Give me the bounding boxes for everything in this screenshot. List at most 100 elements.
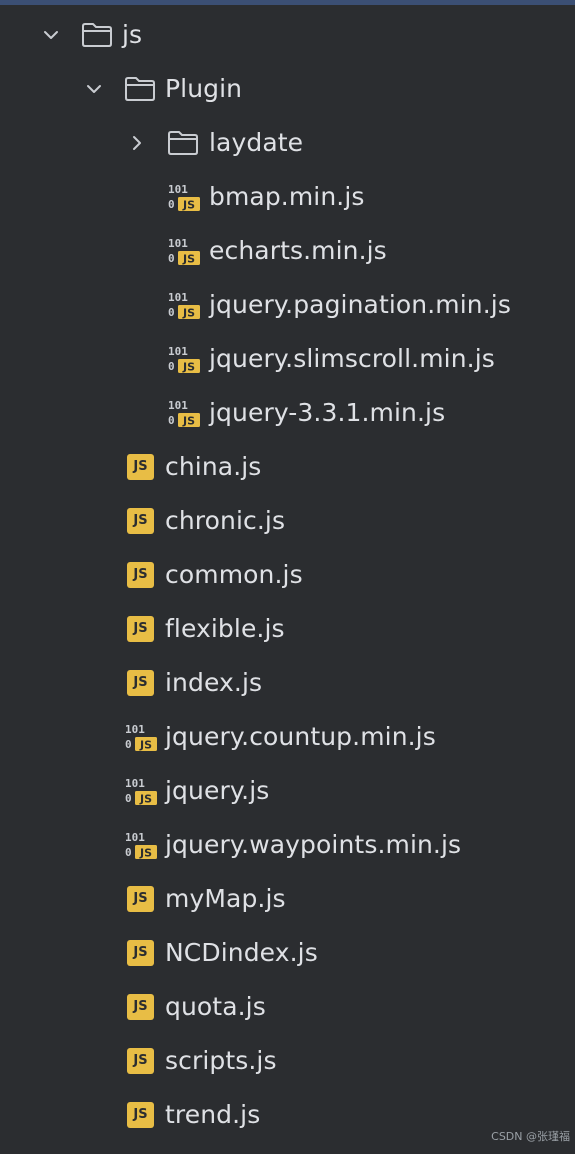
minified-js-icon: 101 0 JS bbox=[168, 291, 200, 320]
file-label: index.js bbox=[165, 668, 263, 697]
min-zero-text: 0 bbox=[125, 846, 132, 859]
file-label: jquery.countup.min.js bbox=[165, 722, 436, 751]
folder-icon bbox=[125, 77, 155, 101]
min-badge-text: JS bbox=[182, 361, 195, 374]
file-label: echarts.min.js bbox=[209, 236, 387, 265]
js-file-icon: JS bbox=[127, 670, 154, 696]
minified-js-icon: 101 0 JS bbox=[168, 399, 200, 428]
js-file-icon: JS bbox=[127, 562, 154, 588]
tree-node-file[interactable]: 101 0 JS echarts.min.js bbox=[0, 224, 575, 278]
folder-icon bbox=[168, 131, 198, 155]
min-digits-text: 101 bbox=[168, 237, 188, 250]
folder-icon bbox=[82, 23, 112, 47]
min-badge-text: JS bbox=[182, 253, 195, 266]
min-zero-text: 0 bbox=[168, 306, 175, 319]
tree-node-file[interactable]: JS trend.js bbox=[0, 1088, 575, 1142]
file-icon-wrapper: 101 0 JS bbox=[167, 290, 201, 324]
file-icon-wrapper: JS bbox=[127, 994, 154, 1020]
folder-label: js bbox=[122, 20, 143, 49]
tree-node-file[interactable]: 101 0 JS jquery.waypoints.min.js bbox=[0, 818, 575, 872]
min-badge-text: JS bbox=[182, 307, 195, 320]
js-file-icon: JS bbox=[127, 508, 154, 534]
tree-node-file[interactable]: JS index.js bbox=[0, 656, 575, 710]
tree-node-file[interactable]: JS china.js bbox=[0, 440, 575, 494]
chevron-down-icon[interactable] bbox=[41, 25, 61, 45]
file-label: bmap.min.js bbox=[209, 182, 365, 211]
js-file-icon: JS bbox=[127, 1102, 154, 1128]
file-icon-wrapper: 101 0 JS bbox=[167, 398, 201, 432]
js-file-icon: JS bbox=[127, 886, 154, 912]
min-digits-text: 101 bbox=[125, 777, 145, 790]
tree-node-file[interactable]: 101 0 JS jquery.pagination.min.js bbox=[0, 278, 575, 332]
file-label: myMap.js bbox=[165, 884, 286, 913]
tree-node-plugin-folder[interactable]: Plugin bbox=[0, 62, 575, 116]
min-digits-text: 101 bbox=[168, 183, 188, 196]
tree-node-file[interactable]: 101 0 JS jquery-3.3.1.min.js bbox=[0, 386, 575, 440]
tree-node-file[interactable]: JS scripts.js bbox=[0, 1034, 575, 1088]
min-zero-text: 0 bbox=[168, 252, 175, 265]
file-label: flexible.js bbox=[165, 614, 285, 643]
file-icon-wrapper: JS bbox=[127, 886, 154, 912]
file-icon-wrapper: JS bbox=[127, 454, 154, 480]
minified-js-icon: 101 0 JS bbox=[125, 777, 157, 806]
file-icon-wrapper: 101 0 JS bbox=[124, 776, 158, 810]
watermark: CSDN @张瑾福 bbox=[491, 1130, 570, 1143]
min-digits-text: 101 bbox=[125, 831, 145, 844]
tree-node-js-folder[interactable]: js bbox=[0, 8, 575, 62]
tree-node-file[interactable]: JS myMap.js bbox=[0, 872, 575, 926]
tree-node-file[interactable]: JS NCDindex.js bbox=[0, 926, 575, 980]
file-icon-wrapper: JS bbox=[127, 508, 154, 534]
tree-node-file[interactable]: 101 0 JS jquery.js bbox=[0, 764, 575, 818]
min-zero-text: 0 bbox=[168, 198, 175, 211]
file-icon-wrapper: JS bbox=[127, 1102, 154, 1128]
file-icon-wrapper: JS bbox=[127, 670, 154, 696]
file-label: china.js bbox=[165, 452, 262, 481]
file-label: scripts.js bbox=[165, 1046, 277, 1075]
panel-top-border bbox=[0, 0, 575, 5]
file-label: trend.js bbox=[165, 1100, 261, 1129]
min-digits-text: 101 bbox=[125, 723, 145, 736]
chevron-right-icon[interactable] bbox=[127, 133, 147, 153]
file-label: jquery.waypoints.min.js bbox=[165, 830, 462, 859]
tree-node-file[interactable]: 101 0 JS bmap.min.js bbox=[0, 170, 575, 224]
minified-js-icon: 101 0 JS bbox=[125, 723, 157, 752]
js-file-icon: JS bbox=[127, 940, 154, 966]
minified-js-icon: 101 0 JS bbox=[125, 831, 157, 860]
min-badge-text: JS bbox=[182, 199, 195, 212]
file-label: quota.js bbox=[165, 992, 266, 1021]
tree-node-laydate-folder[interactable]: laydate bbox=[0, 116, 575, 170]
chevron-down-icon[interactable] bbox=[84, 79, 104, 99]
js-file-icon: JS bbox=[127, 454, 154, 480]
tree-node-file[interactable]: JS flexible.js bbox=[0, 602, 575, 656]
tree-node-file[interactable]: 101 0 JS jquery.countup.min.js bbox=[0, 710, 575, 764]
folder-label: laydate bbox=[209, 128, 304, 157]
file-label: jquery.js bbox=[165, 776, 270, 805]
file-icon-wrapper: JS bbox=[127, 1048, 154, 1074]
file-icon-wrapper: JS bbox=[127, 616, 154, 642]
min-zero-text: 0 bbox=[125, 738, 132, 751]
min-zero-text: 0 bbox=[168, 414, 175, 427]
tree-node-file[interactable]: JS common.js bbox=[0, 548, 575, 602]
file-icon-wrapper: 101 0 JS bbox=[167, 182, 201, 216]
min-digits-text: 101 bbox=[168, 399, 188, 412]
min-badge-text: JS bbox=[182, 415, 195, 428]
tree-node-file[interactable]: JS chronic.js bbox=[0, 494, 575, 548]
file-label: chronic.js bbox=[165, 506, 286, 535]
minified-js-icon: 101 0 JS bbox=[168, 345, 200, 374]
folder-label: Plugin bbox=[165, 74, 243, 103]
minified-js-icon: 101 0 JS bbox=[168, 183, 200, 212]
file-icon-wrapper: 101 0 JS bbox=[167, 236, 201, 270]
file-icon-wrapper: 101 0 JS bbox=[124, 830, 158, 864]
file-label: common.js bbox=[165, 560, 303, 589]
js-file-icon: JS bbox=[127, 994, 154, 1020]
js-file-icon: JS bbox=[127, 1048, 154, 1074]
tree-node-file[interactable]: 101 0 JS jquery.slimscroll.min.js bbox=[0, 332, 575, 386]
file-icon-wrapper: 101 0 JS bbox=[167, 344, 201, 378]
file-label: NCDindex.js bbox=[165, 938, 318, 967]
tree-node-file[interactable]: JS quota.js bbox=[0, 980, 575, 1034]
file-icon-wrapper: JS bbox=[127, 562, 154, 588]
min-digits-text: 101 bbox=[168, 291, 188, 304]
file-label: jquery.slimscroll.min.js bbox=[209, 344, 495, 373]
project-tree-panel: js Plugin laydate 101 0 JS bmap.min.js 101 0 J… bbox=[0, 0, 575, 1154]
min-zero-text: 0 bbox=[125, 792, 132, 805]
